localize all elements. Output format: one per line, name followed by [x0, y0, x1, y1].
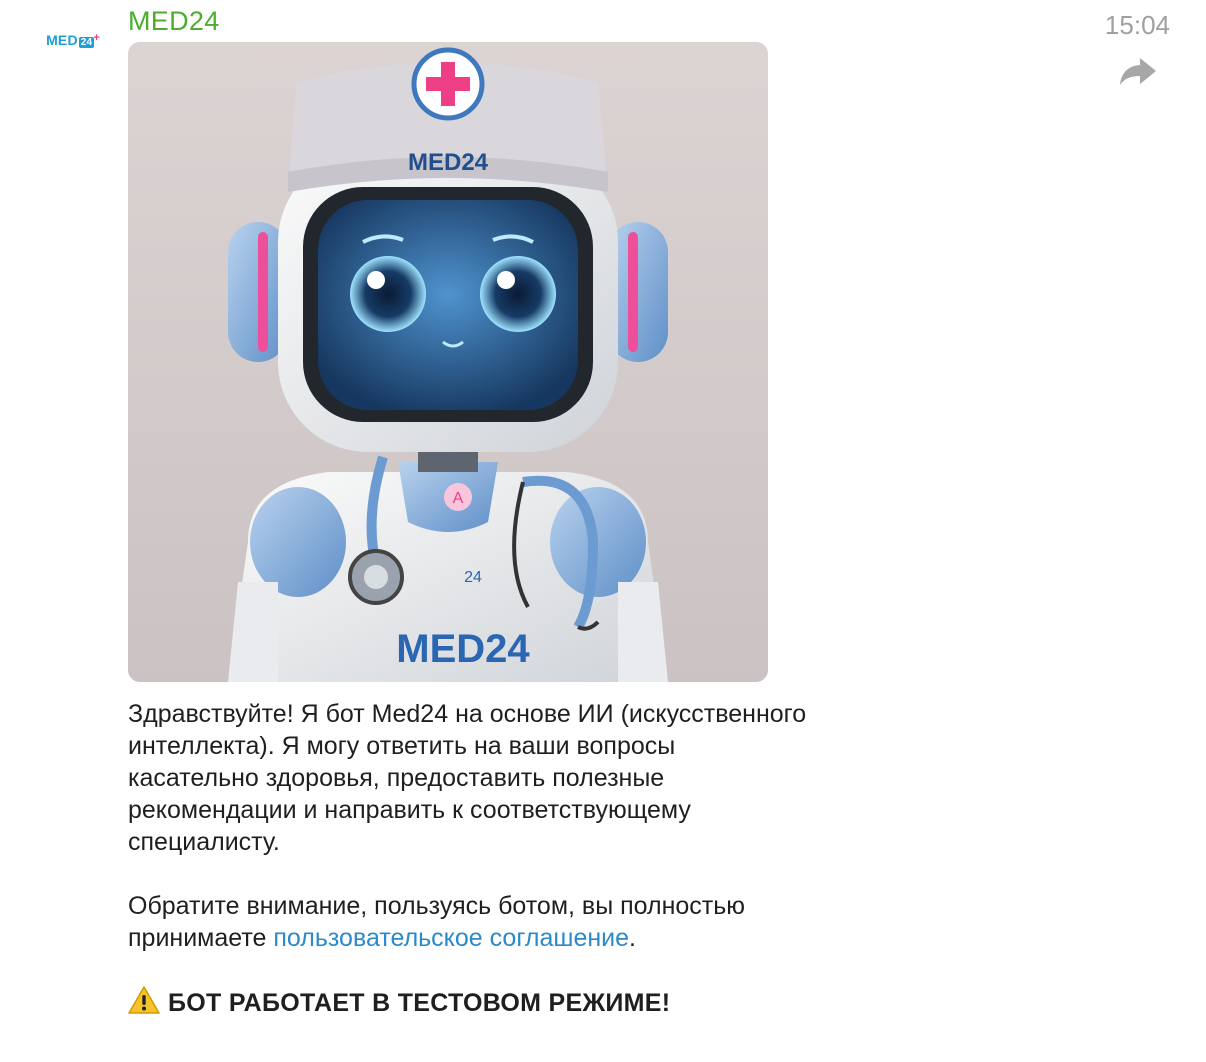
chest-label: MED24	[396, 627, 530, 671]
test-mode-warning: БОТ РАБОТАЕТ В ТЕСТОВОМ РЕЖИМЕ!	[128, 986, 808, 1022]
sender-name[interactable]: MED24	[128, 6, 220, 37]
chest-small-label: 24	[464, 569, 482, 586]
message-time: 15:04	[1104, 10, 1170, 40]
neck-badge: A	[453, 490, 464, 507]
forward-arrow-icon	[1120, 58, 1156, 85]
cap-label: MED24	[408, 149, 489, 176]
agreement-paragraph: Обратите внимание, пользуясь ботом, вы п…	[128, 892, 746, 952]
med24-logo: MED 24+	[46, 32, 100, 48]
forward-button[interactable]	[1118, 54, 1158, 90]
bot-photo[interactable]: A 24 MED24 MED24	[128, 42, 768, 682]
greeting-paragraph: Здравствуйте! Я бот Med24 на основе ИИ (…	[128, 700, 807, 856]
robot-illustration: A 24 MED24 MED24	[128, 42, 768, 682]
message-text: Здравствуйте! Я бот Med24 на основе ИИ (…	[128, 698, 808, 1022]
avatar[interactable]: MED 24+	[38, 20, 108, 60]
warning-icon	[128, 986, 160, 1022]
user-agreement-link[interactable]: пользовательское соглашение	[273, 924, 629, 952]
